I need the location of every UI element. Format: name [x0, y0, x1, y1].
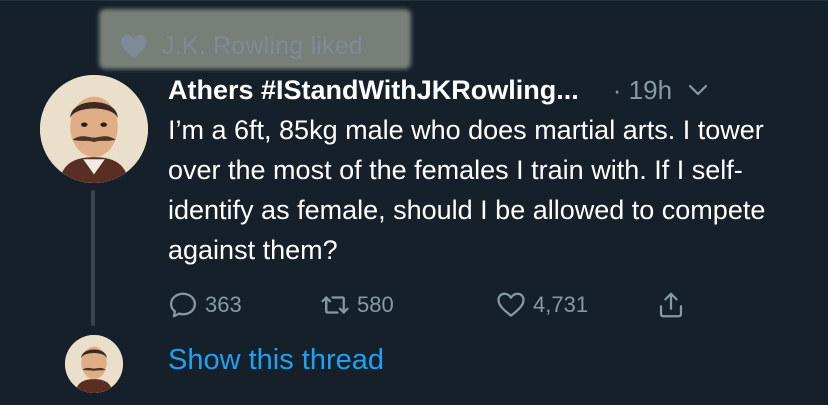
like-button[interactable]: 4,731 — [496, 290, 588, 320]
reply-icon — [170, 292, 196, 318]
reply-button[interactable]: 363 — [168, 290, 242, 320]
tweet-actions: 363 580 4,731 — [168, 290, 728, 330]
thread-author-avatar[interactable] — [65, 335, 123, 393]
thread-connector-line — [91, 190, 95, 326]
social-context[interactable]: J.K. Rowling liked — [120, 26, 363, 66]
tweet-timestamp[interactable]: · 19h — [613, 75, 672, 106]
top-divider — [0, 0, 828, 1]
heart-filled-icon — [121, 34, 147, 58]
share-icon — [659, 292, 683, 318]
portrait-image-small — [65, 335, 123, 393]
reply-count: 363 — [205, 292, 242, 317]
retweet-icon — [321, 296, 349, 314]
portrait-image — [40, 75, 148, 183]
retweet-button[interactable]: 580 — [320, 290, 394, 320]
author-avatar[interactable] — [40, 75, 148, 183]
retweet-count: 580 — [357, 292, 394, 317]
show-thread-link[interactable]: Show this thread — [168, 344, 384, 377]
like-count: 4,731 — [533, 292, 589, 317]
author-name[interactable]: Athers #IStandWithJKRowling... — [168, 75, 579, 106]
tweet-header: Athers #IStandWithJKRowling... · 19h — [168, 70, 778, 110]
liked-by-text: J.K. Rowling liked — [162, 31, 363, 60]
share-button[interactable] — [656, 290, 686, 320]
heart-outline-icon — [497, 292, 525, 317]
tweet-text: I’m a 6ft, 85kg male who does martial ar… — [168, 115, 766, 265]
chevron-down-icon[interactable] — [686, 78, 710, 102]
